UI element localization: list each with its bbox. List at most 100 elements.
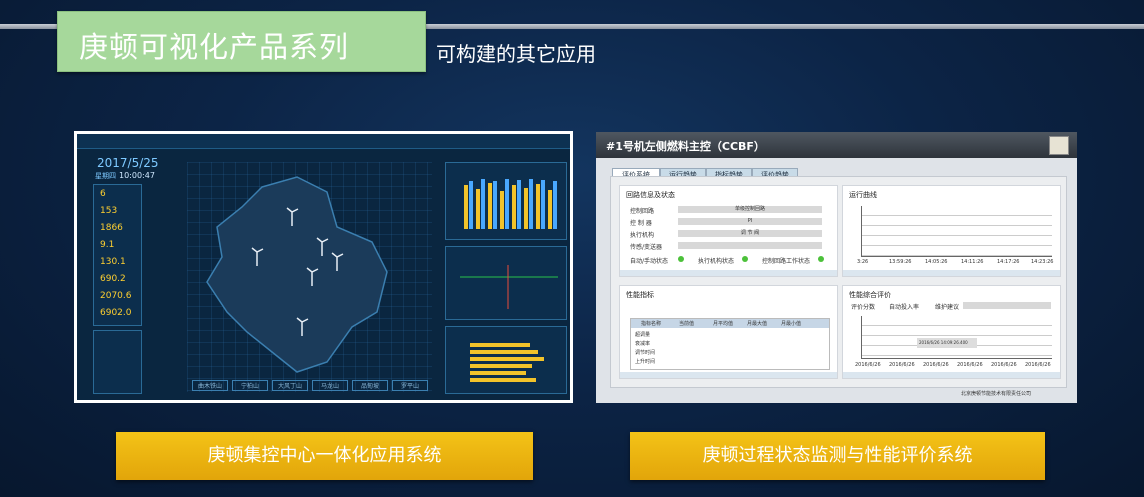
date-tick: 2016/6/26 — [991, 362, 1017, 368]
title-banner: 庚顿可视化产品系列 — [57, 11, 426, 72]
performance-table: 指标名称 当前值 月平均值 月最大值 月最小值 超调量 衰减率 调节时间 上升时… — [630, 318, 830, 370]
monitoring-system-label: 庚顿过程状态监测与性能评价系统 — [702, 445, 973, 466]
run-curve-card: 运行曲线 3:26 13:59:26 14:05:26 14:11:26 14:… — [842, 185, 1061, 277]
date-tick: 2016/6/26 — [923, 362, 949, 368]
dashboard-date: 2017/5/25 — [97, 156, 159, 170]
card-footer — [843, 372, 1060, 378]
evaluation-body: 回路信息及状态 控制回路 单级控制回路 控 制 器 PI 执行机构 调 节 阀 … — [610, 176, 1067, 388]
site-button[interactable]: 宁柏山 — [232, 380, 268, 391]
site-buttons: 曲木铁山 宁柏山 大风丁山 马龙山 品甸坡 罗平山 — [192, 380, 432, 391]
eval-label: 维护建议 — [935, 304, 960, 311]
field-label: 控 制 器 — [630, 220, 652, 227]
dashboard-time: 10:00:47 — [119, 171, 155, 180]
card-title: 性能综合评价 — [849, 291, 891, 299]
time-tick: 13:59:26 — [889, 259, 912, 265]
stat-value: 690.2 — [100, 274, 126, 284]
line-chart-panel — [445, 246, 567, 320]
table-row: 超调量 — [635, 332, 651, 338]
card-footer — [843, 270, 1060, 276]
evaluation-screenshot: #1号机左侧燃料主控（CCBF） 评价系统 运行趋势 指标趋势 评价趋势 回路信… — [596, 132, 1077, 403]
date-tick: 2016/6/26 — [957, 362, 983, 368]
field-label: 控制回路 — [630, 208, 655, 215]
column-header: 月最小值 — [781, 321, 802, 327]
site-button[interactable]: 曲木铁山 — [192, 380, 228, 391]
field-value: PI — [678, 218, 822, 225]
map-grid — [187, 162, 432, 392]
dashboard-screen: 2017/5/25 星期四 10:00:47 6 153 1866 9.1 13… — [77, 134, 570, 400]
dashboard-screenshot: 2017/5/25 星期四 10:00:47 6 153 1866 9.1 13… — [74, 131, 573, 403]
table-row: 上升时间 — [635, 359, 656, 365]
date-tick: 2016/6/26 — [1025, 362, 1051, 368]
time-tick: 14:11:26 — [961, 259, 984, 265]
status-label: 自动/手动状态 — [630, 258, 669, 265]
card-footer — [620, 372, 837, 378]
stat-value: 2070.6 — [100, 291, 132, 301]
site-button[interactable]: 大风丁山 — [272, 380, 308, 391]
advice-field — [963, 302, 1051, 309]
hbar-chart-panel — [445, 326, 567, 394]
card-title: 运行曲线 — [849, 191, 877, 199]
site-button[interactable]: 品甸坡 — [352, 380, 388, 391]
stats-panel: 6 153 1866 9.1 130.1 690.2 2070.6 6902.0 — [93, 184, 142, 326]
field-label: 传感/变送器 — [630, 244, 663, 251]
table-row: 衰减率 — [635, 341, 651, 347]
column-header: 当前值 — [679, 321, 695, 327]
field-value: 调 节 阀 — [678, 230, 822, 237]
line-chart — [460, 265, 558, 309]
stat-value: 130.1 — [100, 257, 126, 267]
page-subtitle: 可构建的其它应用 — [436, 42, 596, 66]
run-curve-plot — [861, 206, 1052, 257]
chart-tooltip: 2016/6/26 14:09:26.400 — [917, 338, 977, 348]
status-led-icon — [742, 256, 748, 262]
status-label: 执行机构状态 — [698, 258, 735, 265]
card-title: 回路信息及状态 — [626, 191, 675, 199]
date-tick: 2016/6/26 — [889, 362, 915, 368]
field-value — [678, 242, 822, 249]
monitoring-system-button[interactable]: 庚顿过程状态监测与性能评价系统 — [630, 432, 1045, 480]
page-title: 庚顿可视化产品系列 — [79, 30, 350, 64]
time-tick: 14:23:26 — [1031, 259, 1054, 265]
loop-info-card: 回路信息及状态 控制回路 单级控制回路 控 制 器 PI 执行机构 调 节 阀 … — [619, 185, 838, 277]
table-header: 指标名称 当前值 月平均值 月最大值 月最小值 — [631, 319, 829, 328]
performance-card: 性能指标 指标名称 当前值 月平均值 月最大值 月最小值 超调量 衰减率 调节时… — [619, 285, 838, 379]
column-header: 指标名称 — [641, 321, 662, 327]
stat-value: 6 — [100, 189, 106, 199]
hbar-chart — [470, 343, 544, 382]
wind-panel — [93, 330, 142, 394]
province-map — [206, 176, 388, 373]
bar-chart — [464, 179, 557, 229]
column-header: 月平均值 — [713, 321, 734, 327]
stat-value: 153 — [100, 206, 118, 216]
eval-label: 评价分数 — [851, 304, 876, 311]
card-title: 性能指标 — [626, 291, 654, 299]
time-tick: 3:26 — [857, 259, 869, 265]
time-tick: 14:05:26 — [925, 259, 948, 265]
evaluation-title: #1号机左侧燃料主控（CCBF） — [606, 140, 765, 153]
integrated-system-button[interactable]: 庚顿集控中心一体化应用系统 — [116, 432, 533, 480]
field-value: 单级控制回路 — [678, 206, 822, 213]
overall-eval-card: 性能综合评价 评价分数 自动投入率 维护建议 2016/6/26 14:09:2… — [842, 285, 1061, 379]
site-button[interactable]: 罗平山 — [392, 380, 428, 391]
stat-value: 1866 — [100, 223, 123, 233]
dashboard-weekday: 星期四 — [95, 172, 116, 180]
field-label: 执行机构 — [630, 232, 655, 239]
evaluation-header: #1号机左侧燃料主控（CCBF） — [596, 132, 1077, 158]
stat-value: 6902.0 — [100, 308, 132, 318]
site-button[interactable]: 马龙山 — [312, 380, 348, 391]
tooltip-text: 2016/6/26 14:09:26.400 — [919, 340, 968, 345]
status-led-icon — [818, 256, 824, 262]
time-tick: 14:17:26 — [997, 259, 1020, 265]
stat-value: 9.1 — [100, 240, 115, 250]
eval-label: 自动投入率 — [889, 304, 920, 311]
status-label: 控制回路工作状态 — [762, 258, 811, 265]
status-led-icon — [678, 256, 684, 262]
table-row: 调节时间 — [635, 350, 656, 356]
card-footer — [620, 270, 837, 276]
company-footer: 北京庚顿节能技术有限责任公司 — [961, 391, 1032, 397]
dashboard-topbar — [77, 134, 570, 149]
column-header: 月最大值 — [747, 321, 768, 327]
integrated-system-label: 庚顿集控中心一体化应用系统 — [207, 445, 442, 466]
home-icon[interactable] — [1049, 136, 1069, 155]
date-tick: 2016/6/26 — [855, 362, 881, 368]
bar-chart-panel — [445, 162, 567, 240]
